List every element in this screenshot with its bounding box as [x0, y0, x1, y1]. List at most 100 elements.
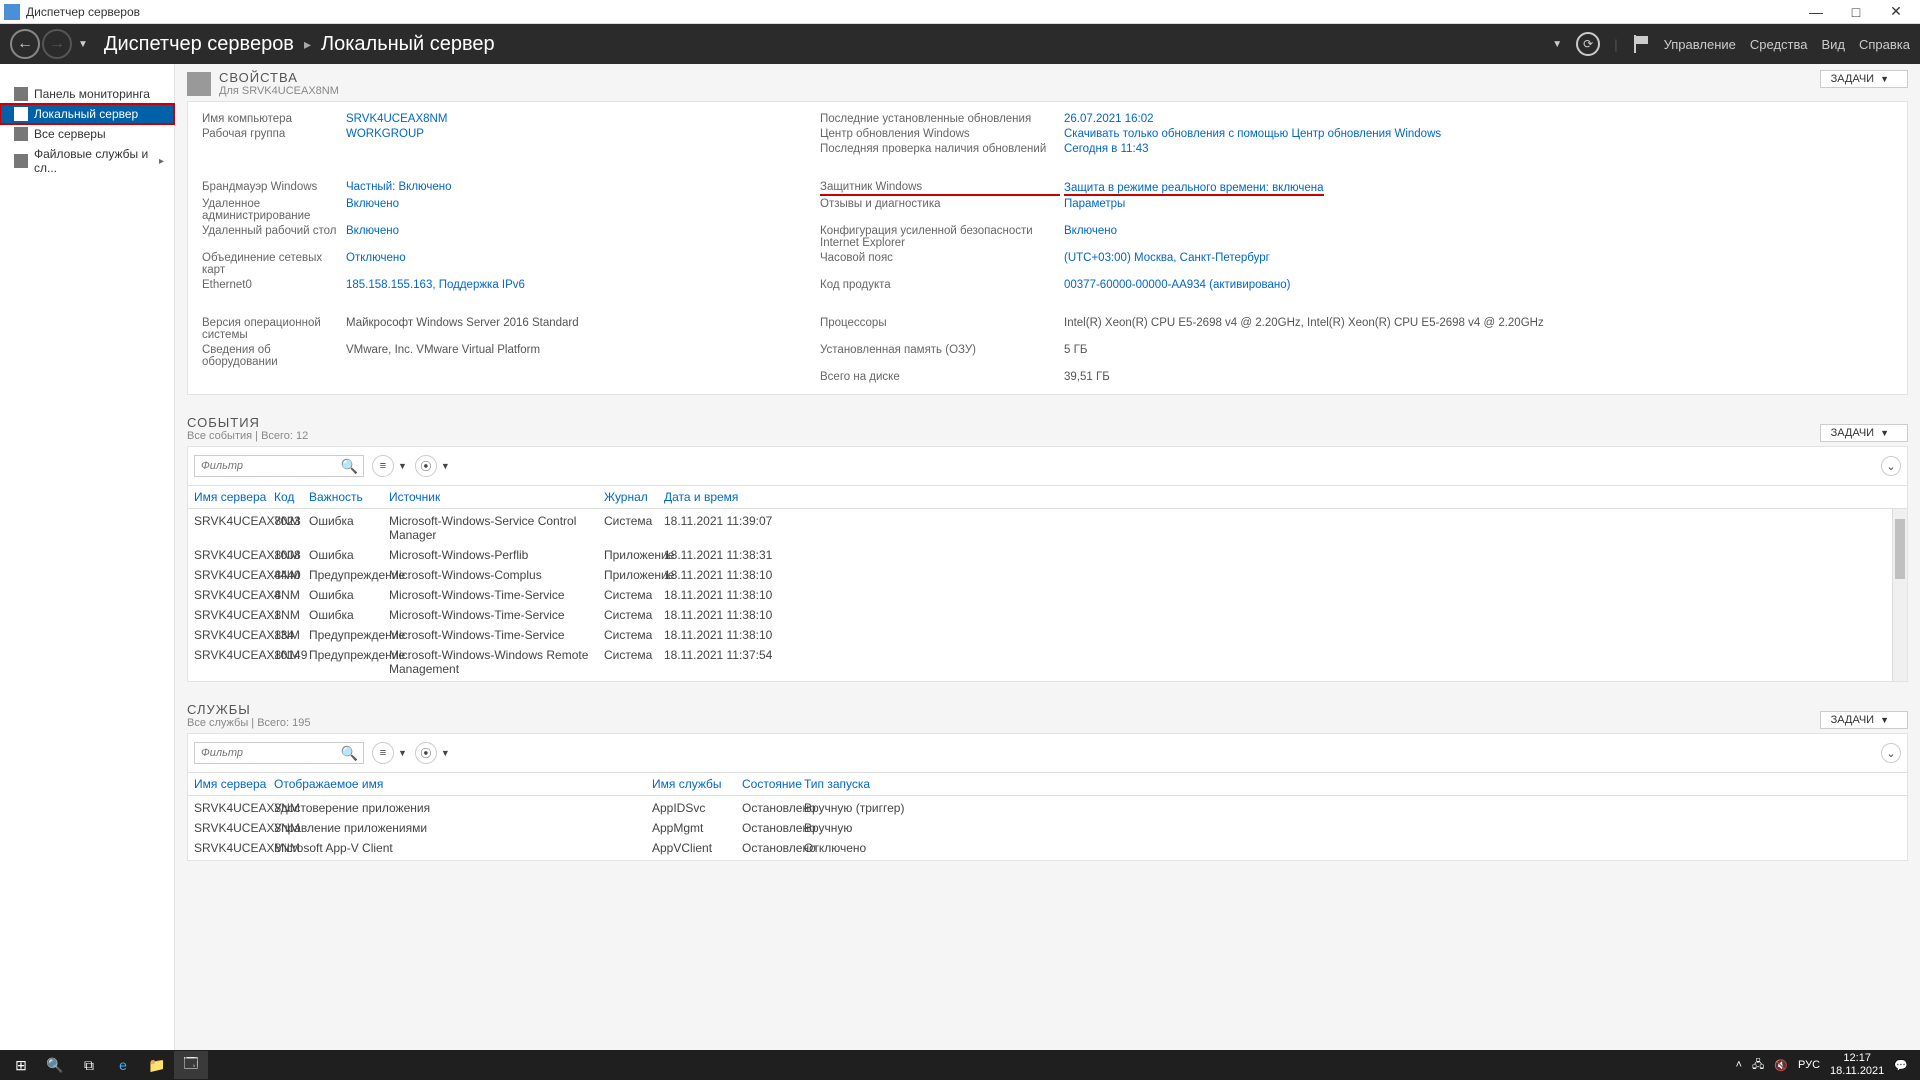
chevron-down-icon[interactable]: ▼: [398, 748, 407, 758]
tray-language[interactable]: РУС: [1798, 1059, 1820, 1071]
nav-dropdown-icon[interactable]: ▼: [78, 39, 88, 50]
tray-action-center-icon[interactable]: 💬: [1894, 1059, 1908, 1072]
tray-clock[interactable]: 12:17 18.11.2021: [1830, 1052, 1884, 1078]
col-log[interactable]: Журнал: [604, 490, 664, 504]
service-row[interactable]: SRVK4UCEAX8NMMicrosoft App-V ClientAppVC…: [188, 838, 1907, 858]
ie-icon[interactable]: e: [106, 1051, 140, 1079]
prop-defender[interactable]: Защита в режиме реального времени: включ…: [1064, 181, 1324, 196]
services-collapse-button[interactable]: ⌄: [1881, 743, 1901, 763]
prop-ethernet[interactable]: 185.158.155.163, Поддержка IPv6: [346, 278, 816, 292]
sidebar-item-file-services[interactable]: Файловые службы и сл...▸: [0, 144, 174, 178]
server-manager-taskbar-icon[interactable]: 🗔: [174, 1051, 208, 1079]
services-filter-input[interactable]: [194, 742, 364, 764]
chevron-down-icon[interactable]: ▼: [398, 461, 407, 471]
events-scrollbar[interactable]: [1892, 509, 1907, 681]
prop-last-updates[interactable]: 26.07.2021 16:02: [1064, 112, 1893, 126]
prop-product-id[interactable]: 00377-60000-00000-AA934 (активировано): [1064, 278, 1893, 292]
events-subtitle: Все события | Всего: 12: [187, 430, 308, 442]
chevron-down-icon[interactable]: ▼: [441, 748, 450, 758]
menu-tools[interactable]: Средства: [1750, 37, 1808, 52]
event-row[interactable]: SRVK4UCEAX8NM1ОшибкаMicrosoft-Windows-Ti…: [188, 605, 1892, 625]
breadcrumb-root[interactable]: Диспетчер серверов: [104, 33, 294, 56]
col-code[interactable]: Код: [274, 490, 309, 504]
prop-rdp[interactable]: Включено: [346, 224, 816, 250]
toolbar-dropdown-icon[interactable]: ▼: [1552, 39, 1562, 50]
notifications-flag-icon[interactable]: [1632, 35, 1650, 53]
events-tasks-button[interactable]: ЗАДАЧИ▼: [1820, 424, 1908, 442]
col-severity[interactable]: Важность: [309, 490, 389, 504]
cell-source: Microsoft-Windows-Time-Service: [389, 608, 604, 622]
chevron-down-icon: ▼: [1880, 715, 1889, 725]
col-server[interactable]: Имя сервера: [194, 490, 274, 504]
services-query-button[interactable]: ⦿: [415, 742, 437, 764]
minimize-button[interactable]: —: [1796, 1, 1836, 23]
service-row[interactable]: SRVK4UCEAX8NMУправление приложениямиAppM…: [188, 818, 1907, 838]
sidebar-item-local-server[interactable]: Локальный сервер: [0, 104, 174, 124]
prop-windows-update[interactable]: Скачивать только обновления с помощью Це…: [1064, 127, 1893, 141]
start-button[interactable]: ⊞: [4, 1051, 38, 1079]
col-server[interactable]: Имя сервера: [194, 777, 274, 791]
events-query-button[interactable]: ⦿: [415, 455, 437, 477]
close-button[interactable]: ✕: [1876, 1, 1916, 23]
cell-severity: Ошибка: [309, 588, 389, 602]
sidebar-item-dashboard[interactable]: Панель мониторинга: [0, 84, 174, 104]
col-source[interactable]: Источник: [389, 490, 604, 504]
prop-nic-team[interactable]: Отключено: [346, 251, 816, 277]
properties-tasks-button[interactable]: ЗАДАЧИ▼: [1820, 70, 1908, 88]
sidebar-item-all-servers[interactable]: Все серверы: [0, 124, 174, 144]
menu-help[interactable]: Справка: [1859, 37, 1910, 52]
chevron-down-icon[interactable]: ▼: [441, 461, 450, 471]
explorer-icon[interactable]: 📁: [140, 1051, 174, 1079]
prop-timezone[interactable]: (UTC+03:00) Москва, Санкт-Петербург: [1064, 251, 1893, 277]
chevron-right-icon: ▸: [159, 156, 164, 167]
event-row[interactable]: SRVK4UCEAX8NM1008ОшибкаMicrosoft-Windows…: [188, 545, 1892, 565]
event-row[interactable]: SRVK4UCEAX8NM7023ОшибкаMicrosoft-Windows…: [188, 511, 1892, 545]
maximize-button[interactable]: □: [1836, 1, 1876, 23]
event-row[interactable]: SRVK4UCEAX8NM134ПредупреждениеMicrosoft-…: [188, 625, 1892, 645]
col-state[interactable]: Состояние: [742, 777, 804, 791]
nav-forward-button[interactable]: →: [42, 29, 72, 59]
prop-workgroup[interactable]: WORKGROUP: [346, 127, 816, 141]
task-view-button[interactable]: ⧉: [72, 1051, 106, 1079]
events-collapse-button[interactable]: ⌄: [1881, 456, 1901, 476]
search-icon[interactable]: 🔍: [341, 745, 358, 762]
cell-state: Остановлено: [742, 841, 804, 855]
prop-hardware: VMware, Inc. VMware Virtual Platform: [346, 343, 816, 369]
col-start[interactable]: Тип запуска: [804, 777, 1004, 791]
nav-back-button[interactable]: ←: [10, 29, 40, 59]
col-service[interactable]: Имя службы: [652, 777, 742, 791]
search-icon[interactable]: 🔍: [341, 458, 358, 475]
tray-volume-icon[interactable]: 🔇: [1774, 1059, 1788, 1072]
prop-remote-admin[interactable]: Включено: [346, 197, 816, 223]
col-display[interactable]: Отображаемое имя: [274, 777, 652, 791]
col-datetime[interactable]: Дата и время: [664, 490, 864, 504]
prop-label: Удаленное администрирование: [202, 197, 342, 223]
event-row[interactable]: SRVK4UCEAX8NM10149ПредупреждениеMicrosof…: [188, 645, 1892, 679]
services-tasks-button[interactable]: ЗАДАЧИ▼: [1820, 711, 1908, 729]
menu-manage[interactable]: Управление: [1664, 37, 1736, 52]
prop-feedback[interactable]: Параметры: [1064, 197, 1893, 223]
cell-code: 1008: [274, 548, 309, 562]
tray-network-icon[interactable]: 🖧: [1752, 1056, 1764, 1075]
events-view-options-button[interactable]: ≡: [372, 455, 394, 477]
tray-chevron-up-icon[interactable]: ˄: [1736, 1059, 1742, 1071]
events-filter-input[interactable]: [194, 455, 364, 477]
cell-code: 4: [274, 588, 309, 602]
services-body: SRVK4UCEAX8NMУдостоверение приложенияApp…: [188, 796, 1907, 860]
cell-svc: AppMgmt: [652, 821, 742, 835]
prop-ie-esc[interactable]: Включено: [1064, 224, 1893, 250]
menu-view[interactable]: Вид: [1821, 37, 1845, 52]
scrollbar-thumb[interactable]: [1895, 519, 1905, 579]
prop-firewall[interactable]: Частный: Включено: [346, 180, 816, 196]
prop-last-check[interactable]: Сегодня в 11:43: [1064, 142, 1893, 156]
events-panel: 🔍 ≡ ▼ ⦿ ▼ ⌄ Имя сервера Код Важность Источ…: [187, 446, 1908, 682]
service-row[interactable]: SRVK4UCEAX8NMУдостоверение приложенияApp…: [188, 798, 1907, 818]
prop-computer-name[interactable]: SRVK4UCEAX8NM: [346, 112, 816, 126]
event-row[interactable]: SRVK4UCEAX8NM4ОшибкаMicrosoft-Windows-Ti…: [188, 585, 1892, 605]
event-row[interactable]: SRVK4UCEAX8NM4440ПредупреждениеMicrosoft…: [188, 565, 1892, 585]
prop-os-version: Майкрософт Windows Server 2016 Standard: [346, 316, 816, 342]
services-view-options-button[interactable]: ≡: [372, 742, 394, 764]
prop-label: Центр обновления Windows: [820, 127, 1060, 141]
search-button[interactable]: 🔍: [38, 1051, 72, 1079]
refresh-icon[interactable]: ⟳: [1576, 32, 1600, 56]
